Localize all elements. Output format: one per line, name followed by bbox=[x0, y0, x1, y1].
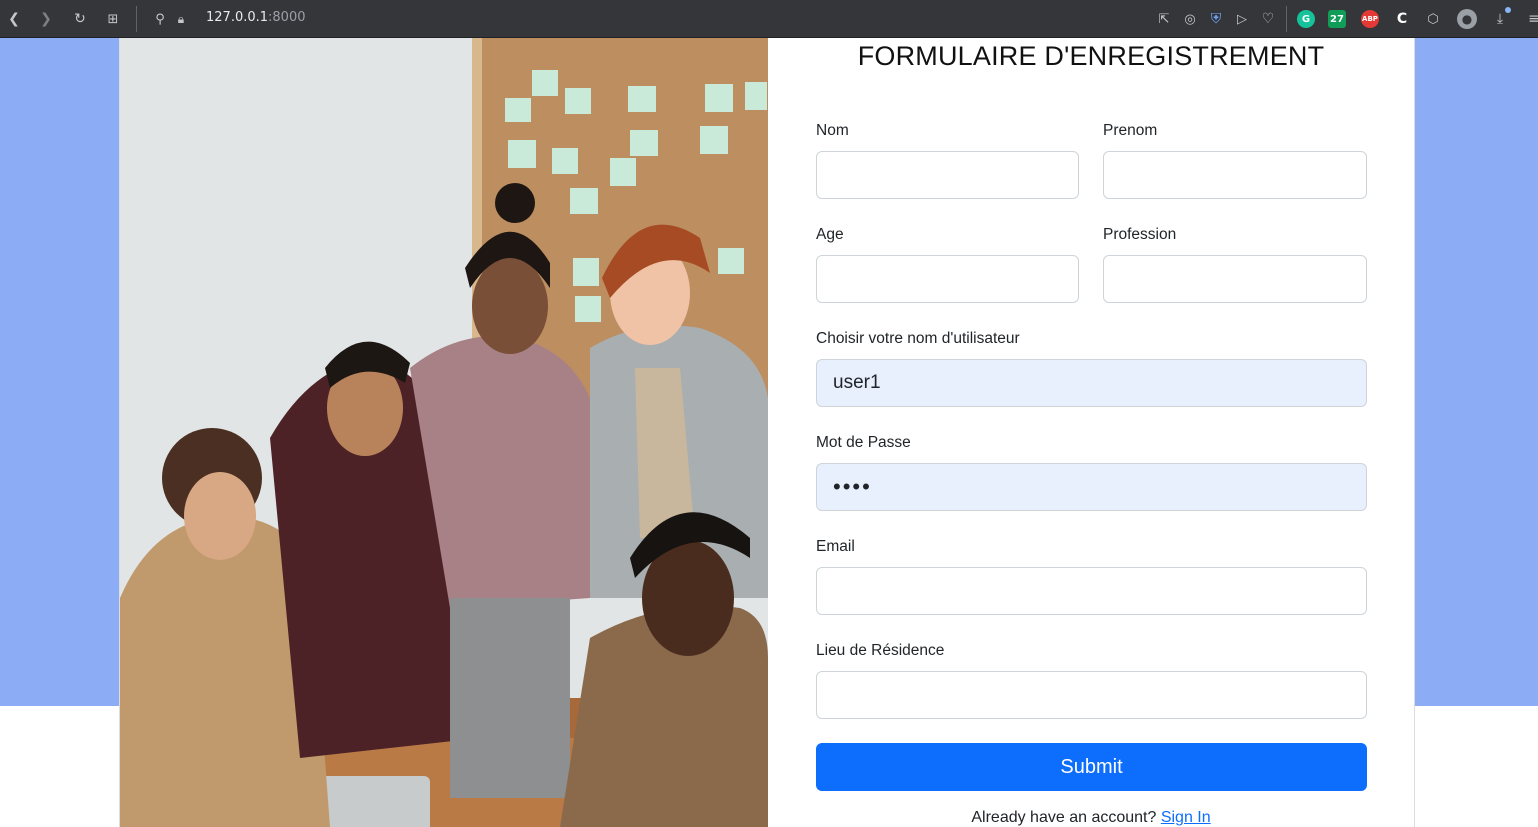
nom-label: Nom bbox=[816, 122, 849, 139]
team-photo-illustration bbox=[120, 38, 768, 827]
send-icon[interactable]: ▷ bbox=[1232, 9, 1252, 29]
back-icon[interactable]: ❮ bbox=[4, 9, 24, 29]
forward-icon[interactable]: ❯ bbox=[36, 9, 56, 29]
signin-link[interactable]: Sign In bbox=[1161, 809, 1211, 826]
team-photo bbox=[120, 38, 768, 827]
registration-form: FORMULAIRE D'ENREGISTREMENT Nom Prenom A… bbox=[768, 38, 1414, 827]
username-input[interactable]: user1 bbox=[816, 359, 1367, 407]
age-input[interactable] bbox=[816, 255, 1079, 303]
password-input[interactable]: •••• bbox=[816, 463, 1367, 511]
page-body: FORMULAIRE D'ENREGISTREMENT Nom Prenom A… bbox=[0, 38, 1538, 827]
page-title: FORMULAIRE D'ENREGISTREMENT bbox=[857, 41, 1325, 71]
adblock-plus-extension-icon[interactable]: ABP bbox=[1361, 10, 1379, 28]
nom-input[interactable] bbox=[816, 151, 1079, 199]
submit-button[interactable]: Submit bbox=[816, 743, 1367, 791]
site-info-icon[interactable]: ⚲ bbox=[150, 9, 170, 29]
toolbar-divider bbox=[1286, 6, 1287, 32]
toolbar-divider bbox=[136, 6, 137, 32]
registration-card: FORMULAIRE D'ENREGISTREMENT Nom Prenom A… bbox=[119, 38, 1415, 827]
prenom-label: Prenom bbox=[1103, 122, 1158, 139]
camera-icon[interactable]: ◎ bbox=[1180, 9, 1200, 29]
email-label: Email bbox=[816, 538, 855, 555]
prenom-input[interactable] bbox=[1103, 151, 1367, 199]
lock-icon[interactable]: 🔒︎ bbox=[171, 9, 191, 29]
extensions-cube-icon[interactable]: ⬡ bbox=[1423, 9, 1443, 29]
signin-prompt-text: Already have an account? bbox=[971, 809, 1157, 826]
email-input[interactable] bbox=[816, 567, 1367, 615]
browser-toolbar: ❮ ❯ ↻ ⊞ ⚲ 🔒︎ 127.0.0.1:8000 ⇱ ◎ ⛨ ▷ ♡ G … bbox=[0, 0, 1538, 38]
url-port: :8000 bbox=[268, 10, 306, 25]
tab-grid-icon[interactable]: ⊞ bbox=[103, 9, 123, 29]
reload-icon[interactable]: ↻ bbox=[70, 9, 90, 29]
share-icon[interactable]: ⇱ bbox=[1154, 9, 1174, 29]
password-label: Mot de Passe bbox=[816, 434, 911, 451]
clipboard-extension-icon[interactable]: C bbox=[1392, 9, 1412, 29]
grammarly-extension-icon[interactable]: G bbox=[1297, 10, 1315, 28]
profession-input[interactable] bbox=[1103, 255, 1367, 303]
residence-input[interactable] bbox=[816, 671, 1367, 719]
shield-icon[interactable]: ⛨ bbox=[1206, 9, 1226, 29]
address-bar[interactable]: 127.0.0.1:8000 bbox=[206, 10, 306, 25]
menu-icon[interactable]: ≡ bbox=[1524, 9, 1538, 29]
signin-prompt: Already have an account? Sign In bbox=[768, 809, 1414, 827]
profession-label: Profession bbox=[1103, 226, 1177, 243]
url-host: 127.0.0.1 bbox=[206, 10, 269, 25]
username-label: Choisir votre nom d'utilisateur bbox=[816, 330, 1020, 347]
age-label: Age bbox=[816, 226, 844, 243]
profile-avatar-icon[interactable]: ● bbox=[1457, 9, 1477, 29]
calendar-extension-icon[interactable]: 27 bbox=[1328, 10, 1346, 28]
download-badge bbox=[1505, 7, 1511, 13]
heart-icon[interactable]: ♡ bbox=[1258, 9, 1278, 29]
residence-label: Lieu de Résidence bbox=[816, 642, 945, 659]
